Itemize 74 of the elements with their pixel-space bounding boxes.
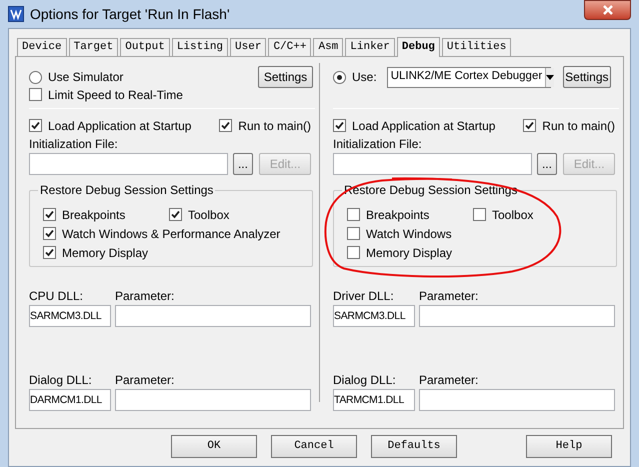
checkbox[interactable]	[43, 208, 56, 221]
parameter-field[interactable]	[115, 389, 311, 411]
checkbox-label: Breakpoints	[366, 206, 430, 224]
radio-button[interactable]	[29, 70, 42, 84]
checkbox-label: Load Application at Startup	[352, 118, 496, 134]
dialog-button[interactable]: Help	[526, 434, 612, 458]
tab[interactable]: C/C++	[268, 38, 312, 56]
parameter-field[interactable]	[419, 305, 615, 327]
dll-field[interactable]: DARMCM1.DLL	[29, 389, 111, 411]
tab[interactable]: Debug	[396, 37, 440, 57]
checkbox-label: Breakpoints	[62, 206, 126, 224]
browse-button[interactable]: ...	[536, 153, 558, 175]
tab[interactable]: Device	[17, 38, 67, 56]
window-title: Options for Target 'Run In Flash'	[30, 4, 230, 24]
dll-label: Driver DLL:	[333, 288, 395, 304]
dialog-button[interactable]: OK	[171, 434, 257, 458]
app-icon	[8, 6, 24, 22]
dll-field[interactable]: SARMCM3.DLL	[29, 305, 111, 327]
checkbox-label: Load Application at Startup	[48, 118, 192, 134]
dll-field[interactable]: SARMCM3.DLL	[333, 305, 415, 327]
field-label: Initialization File:	[333, 136, 423, 153]
dialog-button[interactable]: Cancel	[271, 434, 357, 458]
init-file-field[interactable]	[333, 153, 532, 175]
tab[interactable]: Asm	[313, 38, 344, 56]
parameter-label: Parameter:	[419, 288, 478, 304]
close-icon	[602, 5, 612, 15]
checkbox[interactable]	[219, 119, 232, 132]
tab[interactable]: Utilities	[442, 38, 512, 56]
checkbox[interactable]	[333, 119, 346, 132]
checkbox-label: Toolbox	[492, 206, 534, 224]
parameter-label: Parameter:	[115, 288, 174, 304]
checkbox-label: Toolbox	[188, 206, 230, 224]
group-title: Restore Debug Session Settings	[39, 182, 214, 199]
checkbox[interactable]	[473, 208, 486, 221]
radio-button[interactable]	[333, 70, 346, 84]
dialog-button[interactable]: Defaults	[371, 434, 457, 458]
checkbox[interactable]	[523, 119, 536, 132]
checkbox[interactable]	[43, 246, 56, 259]
tab[interactable]: Target	[68, 38, 118, 56]
checkbox[interactable]	[347, 246, 360, 259]
checkbox[interactable]	[29, 119, 42, 132]
parameter-label: Parameter:	[115, 372, 174, 388]
checkbox-label: Memory Display	[366, 244, 452, 262]
radio-label: Use:	[352, 69, 377, 86]
checkbox[interactable]	[169, 208, 182, 221]
parameter-label: Parameter:	[419, 372, 478, 388]
browse-button[interactable]: ...	[232, 153, 254, 175]
dll-label: Dialog DLL:	[333, 372, 397, 388]
checkbox-label: Limit Speed to Real-Time	[48, 86, 183, 104]
tab[interactable]: Linker	[345, 38, 395, 56]
checkbox-label: Run to main()	[238, 118, 311, 134]
settings-button[interactable]: Settings	[562, 66, 611, 88]
dll-label: CPU DLL:	[29, 288, 84, 304]
checkbox-label: Watch Windows	[366, 226, 452, 242]
init-file-field[interactable]	[29, 153, 228, 175]
settings-button[interactable]: Settings	[258, 66, 313, 88]
checkbox-label: Watch Windows & Performance Analyzer	[62, 226, 280, 242]
checkbox[interactable]	[43, 227, 56, 240]
field-label: Initialization File:	[29, 136, 119, 153]
tab[interactable]: User	[230, 38, 266, 56]
checkbox[interactable]	[347, 208, 360, 221]
dll-field[interactable]: TARMCM1.DLL	[333, 389, 415, 411]
checkbox[interactable]	[347, 227, 360, 240]
parameter-field[interactable]	[419, 389, 615, 411]
checkbox-label: Memory Display	[62, 244, 148, 262]
close-button[interactable]	[584, 0, 631, 20]
checkbox-label: Run to main()	[542, 118, 615, 134]
debugger-dropdown[interactable]: ULINK2/ME Cortex Debugger	[386, 66, 551, 88]
parameter-field[interactable]	[115, 305, 311, 327]
tab[interactable]: Output	[120, 38, 170, 56]
radio-label: Use Simulator	[48, 69, 124, 86]
dll-label: Dialog DLL:	[29, 372, 93, 388]
tab[interactable]: Listing	[172, 38, 228, 56]
checkbox[interactable]	[29, 88, 42, 101]
